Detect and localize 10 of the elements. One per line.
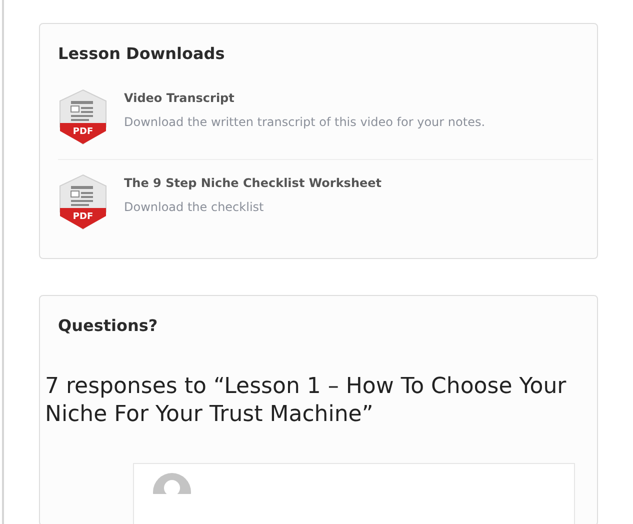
download-link[interactable]: The 9 Step Niche Checklist Worksheet <box>124 176 382 190</box>
card-title: Lesson Downloads <box>58 44 226 63</box>
download-link[interactable]: Video Transcript <box>124 91 486 105</box>
pdf-file-icon[interactable]: PDF <box>58 174 108 230</box>
card-title: Questions? <box>57 316 159 335</box>
download-description: Download the written transcript of this video for your notes. <box>124 115 486 129</box>
pdf-file-icon[interactable]: PDF <box>58 89 108 145</box>
responses-heading: 7 responses to “Lesson 1 – How To Choose Your Niche For Your Trust Machine” <box>45 373 568 429</box>
avatar-icon <box>152 472 192 494</box>
download-description: Download the checklist <box>124 200 265 214</box>
